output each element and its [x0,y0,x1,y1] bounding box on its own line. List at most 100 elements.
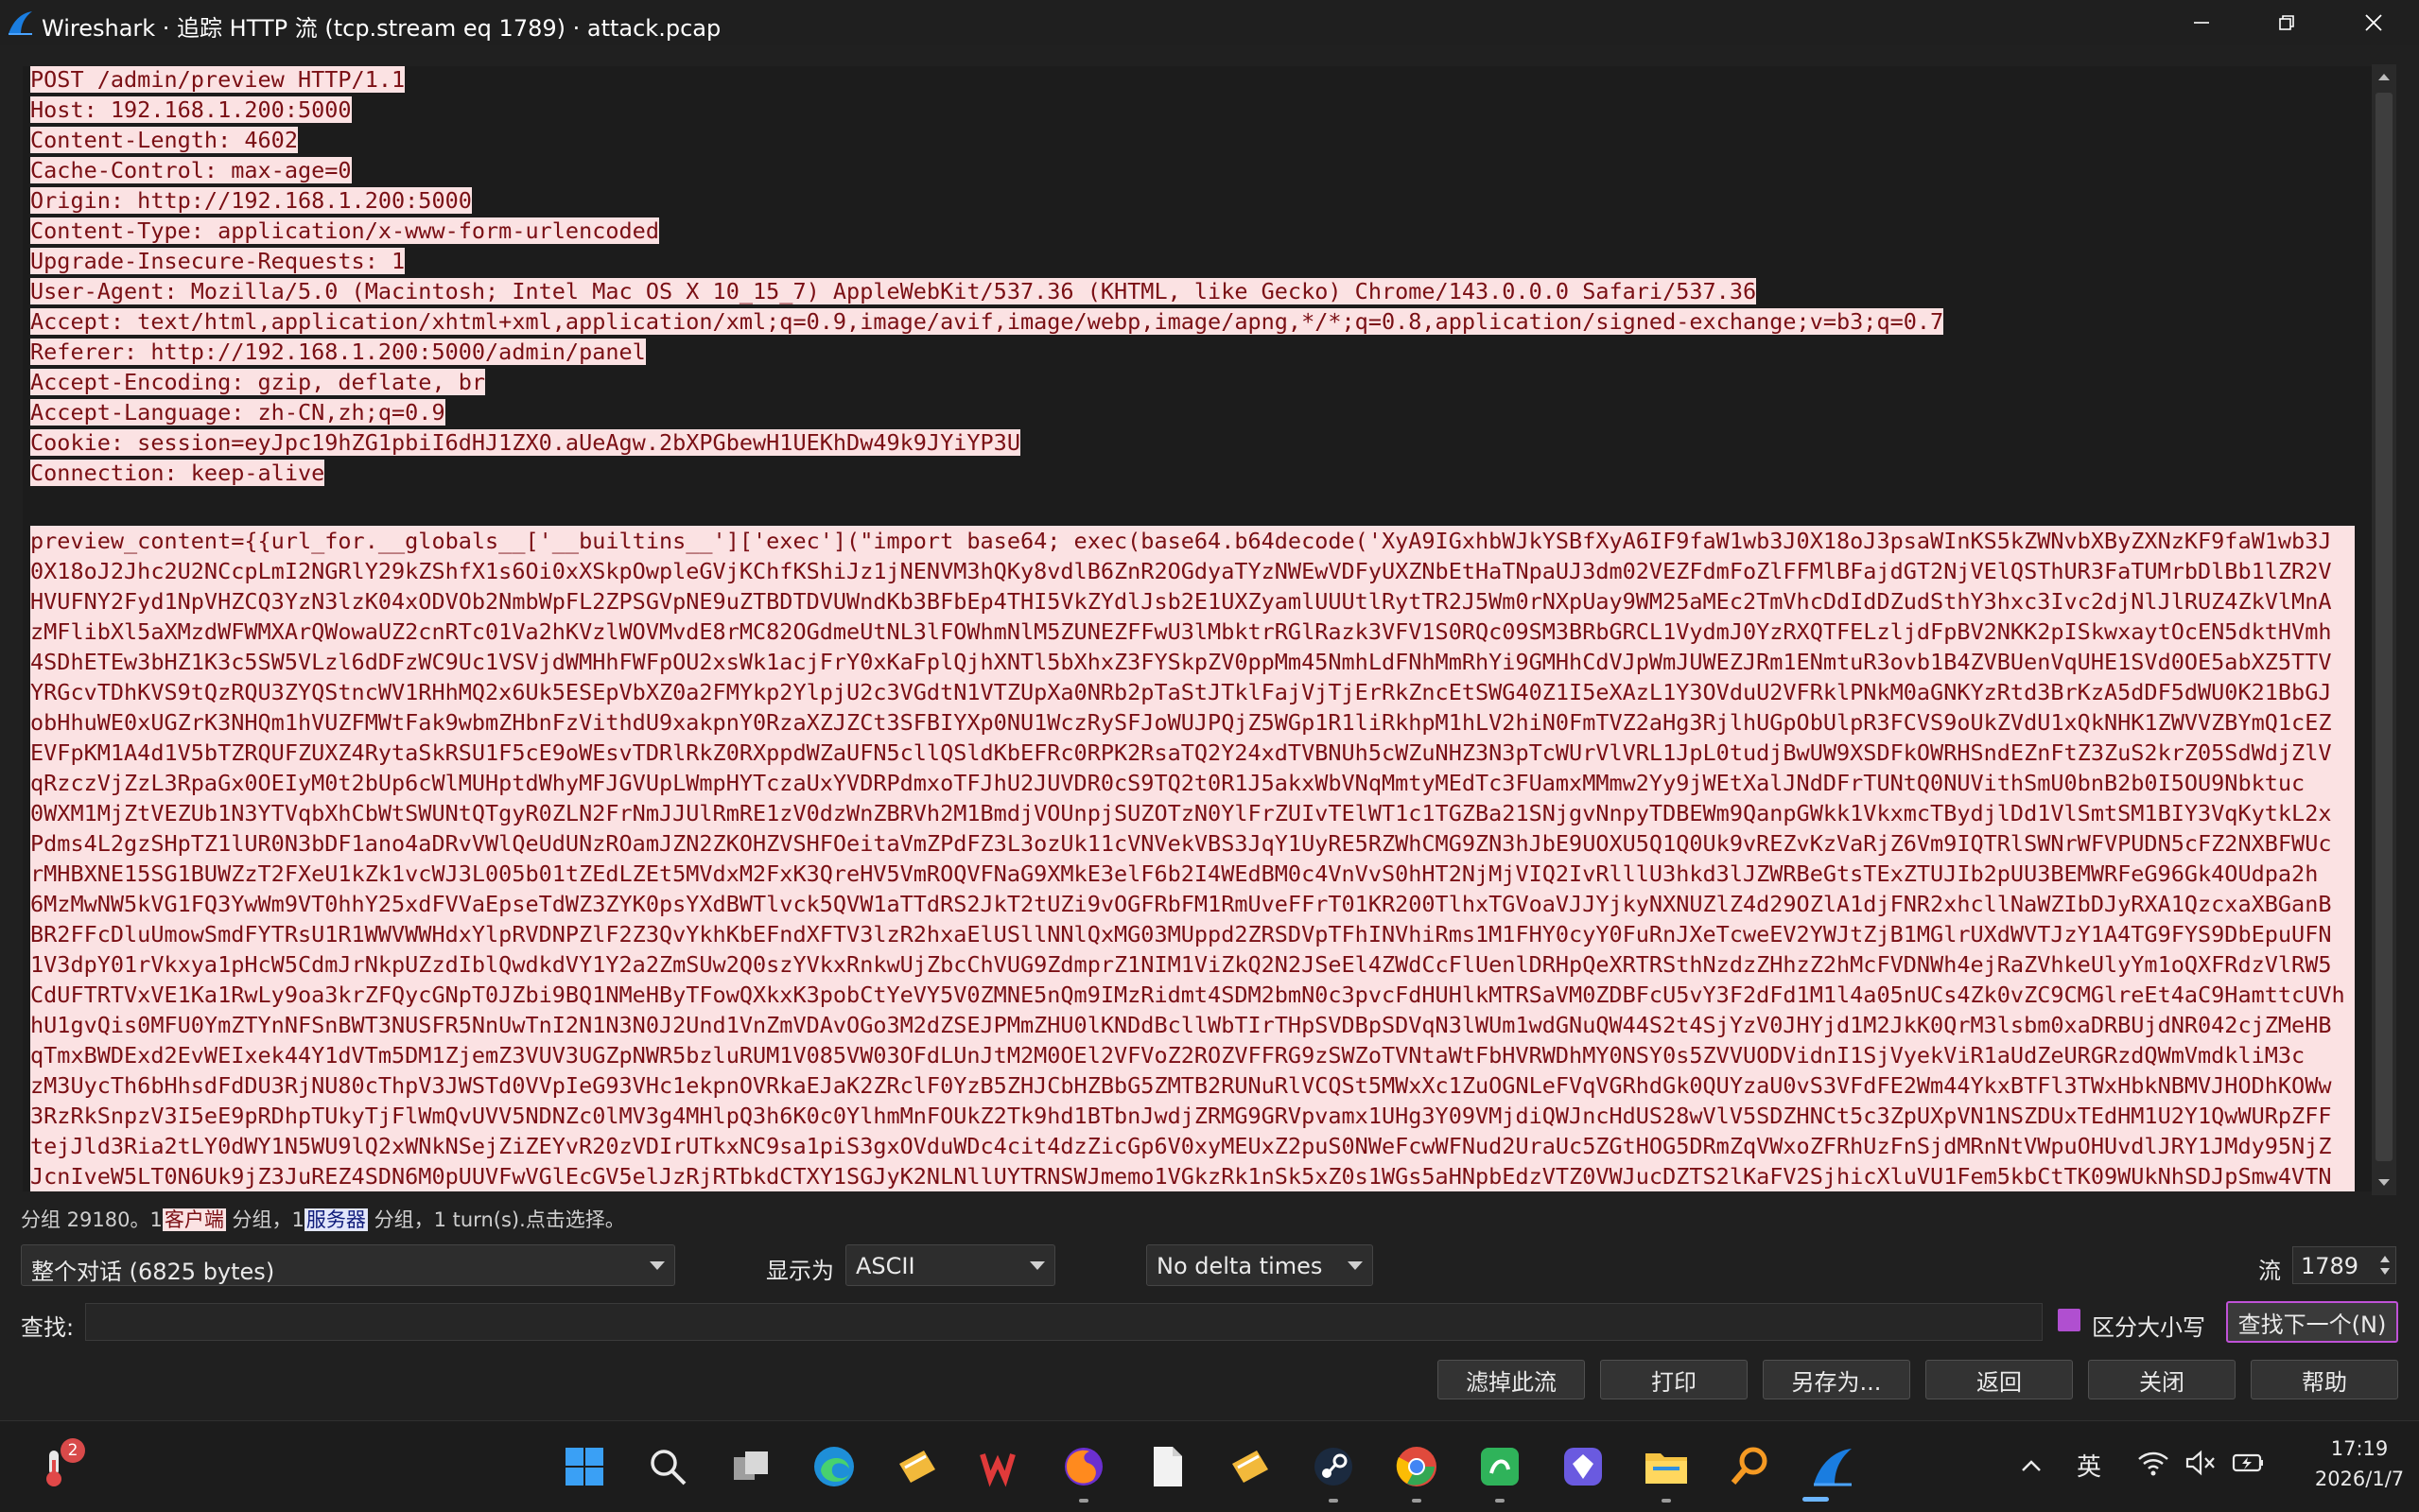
wireshark-taskbar-button[interactable] [1808,1442,1857,1491]
weather-widget[interactable]: 2 [34,1438,85,1491]
body-line: 6MzMwNW5kVG1FQ3YwWm9VT0hhY25xdFVVaEpseTd… [30,891,2332,917]
stream-number-value: 1789 [2301,1253,2359,1279]
header-line: Referer: http://192.168.1.200:5000/admin… [30,339,646,365]
find-input[interactable] [85,1303,2043,1341]
chrome-button[interactable] [1392,1442,1441,1491]
minimize-icon [2194,22,2209,24]
body-line: Pdms4L2gzSHpTZ1lUR0N3bDF1ano4aDRvVWlQeUd… [30,830,2332,857]
body-line: zM3UycTh6bHhsdFdDU3RjNU80cThpV3JWSTd0VVp… [30,1072,2332,1099]
wps-icon [980,1453,1016,1487]
body-line: JcnIveW5LT0N6Uk9jZ3JuREZ4SDN6M0pUUVFwVGl… [30,1163,2332,1190]
speaker-muted-icon [2185,1450,2215,1476]
firefox-icon [1065,1448,1103,1486]
magnifier-icon [1731,1447,1767,1485]
body-line: 0X18oJ2Jhc2U2NCcpLmI2NGRlY29kZShfX1s6Oi0… [30,558,2332,584]
stream-content[interactable]: POST /admin/preview HTTP/1.1 Host: 192.1… [23,66,2374,1191]
chevron-down-icon [650,1261,665,1270]
header-line: Accept-Encoding: gzip, deflate, br [30,369,486,395]
case-sensitive-label: 区分大小写 [2092,1314,2205,1341]
body-line: qTmxBWDExd2EvWEIxek44Y1dVTm5DM1ZjemZ3VUV… [30,1042,2306,1069]
close-button[interactable]: 关闭 [2088,1360,2236,1399]
scroll-up-button[interactable] [2372,64,2396,89]
show-as-value: ASCII [856,1253,915,1279]
clock-date: 2026/1/7 [2314,1468,2405,1490]
file-explorer-button[interactable] [1642,1442,1691,1491]
file-app-button[interactable] [1142,1442,1192,1491]
help-button[interactable]: 帮助 [2251,1360,2398,1399]
delta-times-select[interactable]: No delta times [1146,1244,1373,1286]
case-sensitive-checkbox[interactable] [2058,1309,2080,1331]
client-tag[interactable]: 客户端 [162,1208,226,1231]
conversation-select[interactable]: 整个对话 (6825 bytes) [21,1244,675,1286]
close-window-button[interactable] [2330,0,2417,45]
magnifier-app-button[interactable] [1725,1442,1774,1491]
sheet-app-icon [1481,1448,1519,1486]
minimize-button[interactable] [2158,0,2245,45]
ime-indicator[interactable]: 英 [2077,1448,2101,1483]
show-as-select[interactable]: ASCII [845,1244,1055,1286]
chevron-down-icon [1348,1261,1363,1270]
wps-office-button[interactable] [976,1442,1025,1491]
edge-icon [814,1447,854,1486]
save-as-button[interactable]: 另存为... [1763,1360,1910,1399]
assistant-app-button[interactable] [1558,1442,1608,1491]
print-button[interactable]: 打印 [1600,1360,1748,1399]
body-line: EVFpKM1A4d1V5bTZRQUFZUXZ4RytaSkRSU1F5cE9… [30,739,2332,766]
folder-icon [1645,1453,1687,1484]
stream-number-spinbox[interactable]: 1789 [2292,1246,2396,1284]
close-icon [2365,14,2382,31]
wireshark-fin-icon [9,11,32,35]
running-indicator [1329,1499,1338,1503]
header-line: POST /admin/preview HTTP/1.1 [30,66,406,93]
back-button[interactable]: 返回 [1925,1360,2073,1399]
firefox-button[interactable] [1059,1442,1108,1491]
body-line: zMFlibXl5aXMzdWFWMXArQWowaUZ2cnRTc01Va2h… [30,618,2332,645]
notes-app-2-button[interactable] [1226,1442,1275,1491]
search-icon [651,1450,687,1486]
body-line: HVUFNY2Fyd1NpVHZCQ3YzN3lzK04xODVOb2NmbWp… [30,588,2332,615]
running-indicator [1495,1499,1505,1503]
body-line: preview_content={{url_for.__globals__['_… [30,528,2332,554]
steam-button[interactable] [1309,1442,1358,1491]
delta-times-value: No delta times [1157,1253,1323,1279]
header-line: Upgrade-Insecure-Requests: 1 [30,248,406,274]
header-line: Cookie: session=eyJpc19hZG1pbiI6dHJ1ZX0.… [30,429,1020,456]
running-indicator [1079,1499,1088,1503]
window-title: Wireshark · 追踪 HTTP 流 (tcp.stream eq 178… [42,15,722,42]
scroll-down-button[interactable] [2372,1171,2396,1195]
active-app-indicator [1802,1497,1829,1502]
body-line: obHhuWE0xUGZrK3NHQm1hVUZFMWtFak9wbmZHbnF… [30,709,2332,736]
show-hidden-icons-button[interactable] [2020,1451,2043,1480]
header-line: Content-Length: 4602 [30,127,298,153]
task-view-icon [734,1451,768,1480]
body-line: BR2FFcDluUmowSmdFYTRsU1R1WWVWWHdxYlpRVDN… [30,921,2332,947]
vertical-scrollbar[interactable] [2372,64,2396,1195]
body-line: qRzczVjZzL3RpaGx0OEIyM0t2bUp6cWlMUHptdWh… [30,770,2306,796]
start-button[interactable] [560,1442,609,1491]
maximize-button[interactable] [2243,0,2330,45]
request-body: preview_content={{url_for.__globals__['_… [30,526,2355,1191]
green-app-button[interactable] [1475,1442,1524,1491]
edge-browser-button[interactable] [809,1442,859,1491]
body-line: tejJld3Ria2tLY0dWY1N5WU9lQ2xWNkNSejZiZEY… [30,1133,2332,1159]
system-clock[interactable]: 17:19 2026/1/7 [2307,1434,2411,1494]
notes-app-button[interactable] [893,1442,942,1491]
volume-button[interactable] [2184,1450,2217,1483]
find-next-button[interactable]: 查找下一个(N) [2226,1301,2398,1343]
assistant-icon [1564,1448,1602,1486]
body-line: 4SDhETEw3bHZ1K3c5SW5VLzl6dDFzWC9Uc1VSVjd… [30,649,2332,675]
arrow-up-icon [2378,74,2390,80]
body-line: YRGcvTDhKVS9tQzRQU3ZYQStncWV1RHhMQ2x6Uk5… [30,679,2332,705]
scroll-thumb[interactable] [2375,93,2393,1161]
task-view-button[interactable] [726,1442,775,1491]
running-indicator [1662,1499,1671,1503]
notes-app-icon [1232,1451,1268,1483]
network-button[interactable] [2137,1450,2169,1483]
filter-out-stream-button[interactable]: 滤掉此流 [1437,1360,1585,1399]
body-line: hU1gvQis0MFU0YmZTYnNFSnBWT3NUSFR5NnUwTnI… [30,1012,2332,1038]
restore-icon [2279,15,2294,30]
battery-button[interactable] [2232,1450,2266,1483]
wireshark-fin-icon [1814,1449,1852,1486]
server-tag[interactable]: 服务器 [304,1208,368,1231]
search-button[interactable] [643,1442,692,1491]
